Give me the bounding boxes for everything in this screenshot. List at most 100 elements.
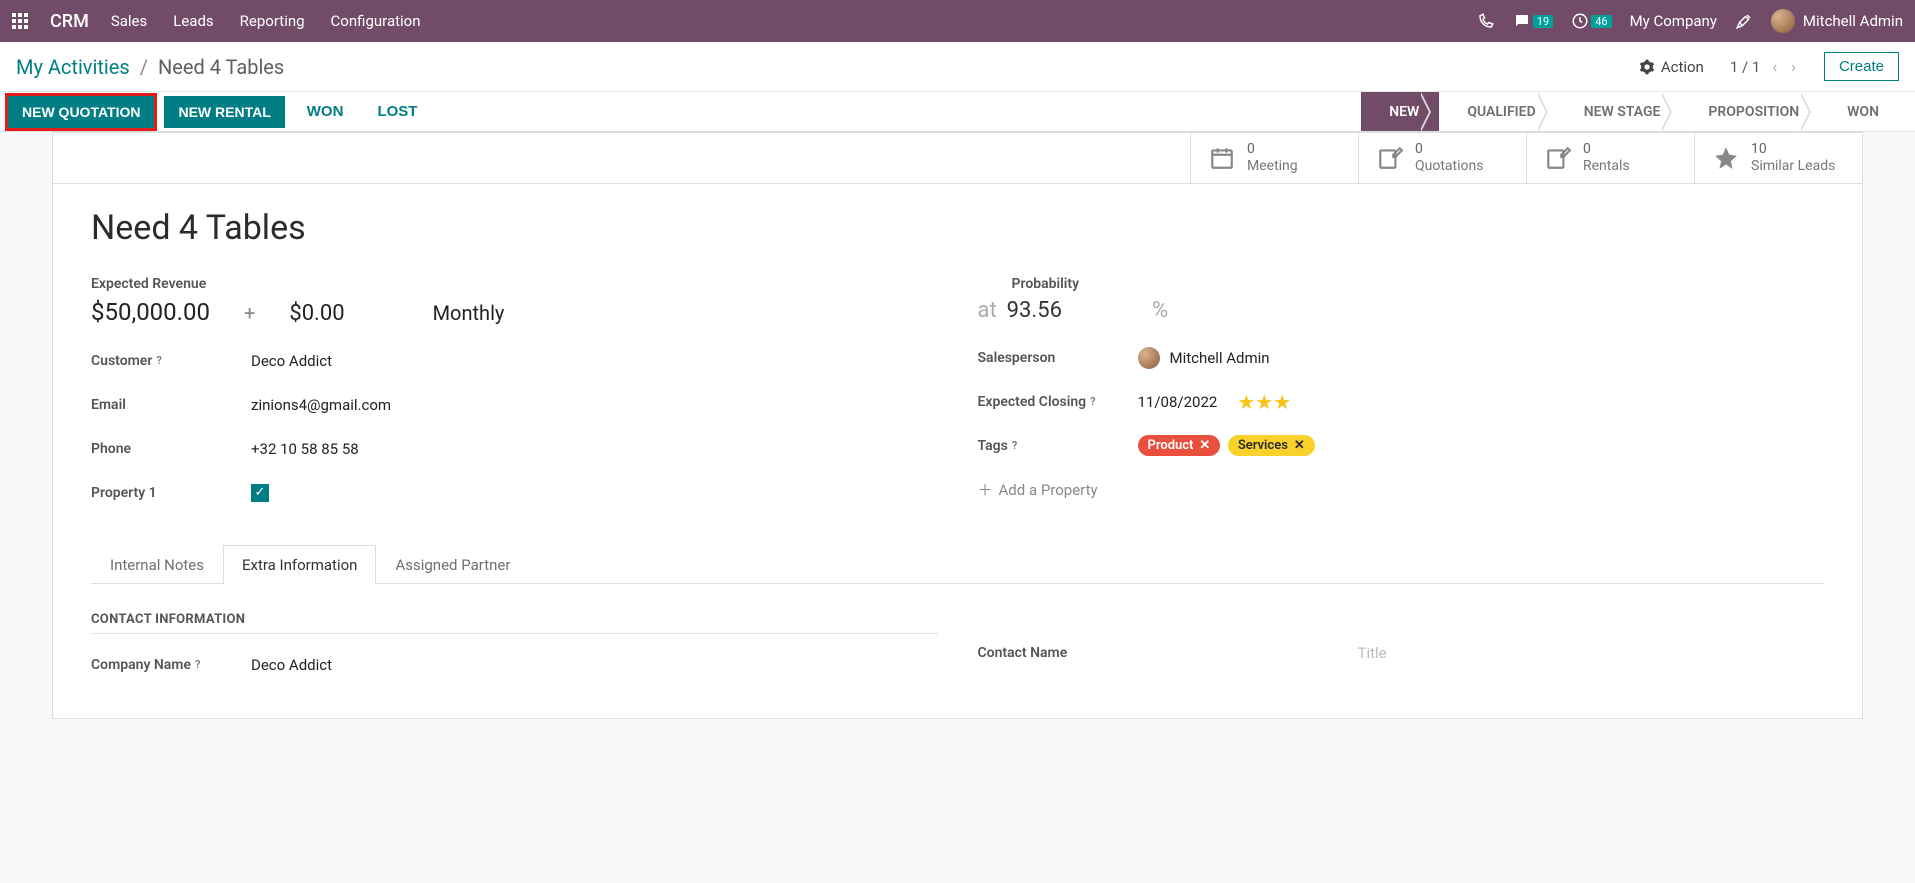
tab-internal-notes[interactable]: Internal Notes <box>91 545 223 584</box>
email-label: Email <box>91 397 251 413</box>
breadcrumb-current: Need 4 Tables <box>158 55 284 79</box>
new-rental-button[interactable]: NEW RENTAL <box>164 96 284 128</box>
plus-icon: ＋ <box>978 479 993 500</box>
salesperson-label: Salesperson <box>978 350 1138 366</box>
avatar-icon <box>1138 347 1160 369</box>
lost-button[interactable]: LOST <box>365 97 429 126</box>
stage-won[interactable]: WON <box>1819 92 1899 131</box>
stat-quotations-label: Quotations <box>1415 158 1483 175</box>
record-title[interactable]: Need 4 Tables <box>91 208 1824 248</box>
stat-rentals[interactable]: 0 Rentals <box>1526 133 1694 183</box>
form-card: 0 Meeting 0 Quotations 0 Ren <box>52 132 1863 719</box>
property1-label: Property 1 <box>91 485 251 501</box>
contact-title-field[interactable]: Title <box>1358 644 1387 662</box>
create-button[interactable]: Create <box>1824 52 1899 81</box>
company-name-value[interactable]: Deco Addict <box>251 656 332 674</box>
won-button[interactable]: WON <box>295 97 356 126</box>
apps-icon[interactable] <box>12 13 28 29</box>
priority-stars[interactable]: ★★★ <box>1237 390 1291 414</box>
probability-value[interactable]: 93.56 <box>1007 298 1062 323</box>
top-navbar: CRM Sales Leads Reporting Configuration … <box>0 0 1915 42</box>
help-icon[interactable]: ? <box>1090 395 1095 408</box>
breadcrumb-separator: / <box>140 55 148 79</box>
stage-new-stage[interactable]: NEW STAGE <box>1556 92 1681 131</box>
stat-quotations-num: 0 <box>1415 141 1483 158</box>
company-switcher[interactable]: My Company <box>1630 12 1717 30</box>
nav-leads[interactable]: Leads <box>173 12 213 30</box>
tags-container[interactable]: Product✕ Services✕ <box>1138 435 1319 456</box>
nav-menu: Sales Leads Reporting Configuration <box>111 12 421 30</box>
stat-rentals-num: 0 <box>1583 141 1630 158</box>
stat-meeting-label: Meeting <box>1247 158 1298 175</box>
tabs: Internal Notes Extra Information Assigne… <box>91 544 1824 584</box>
nav-reporting[interactable]: Reporting <box>240 12 305 30</box>
customer-label: Customer? <box>91 353 251 369</box>
close-icon[interactable]: ✕ <box>1199 438 1210 453</box>
stat-quotations[interactable]: 0 Quotations <box>1358 133 1526 183</box>
action-menu[interactable]: Action <box>1639 58 1704 76</box>
nav-configuration[interactable]: Configuration <box>331 12 421 30</box>
breadcrumb: My Activities / Need 4 Tables <box>16 55 284 79</box>
revenue-amount[interactable]: $50,000.00 <box>91 298 210 326</box>
stat-meeting-num: 0 <box>1247 141 1298 158</box>
nav-sales[interactable]: Sales <box>111 12 147 30</box>
stat-buttons: 0 Meeting 0 Quotations 0 Ren <box>53 133 1862 184</box>
tab-assigned-partner[interactable]: Assigned Partner <box>376 545 529 584</box>
tags-label: Tags? <box>978 438 1138 454</box>
phone-value[interactable]: +32 10 58 85 58 <box>251 440 359 458</box>
help-icon[interactable]: ? <box>195 658 200 671</box>
tag-product[interactable]: Product✕ <box>1138 435 1221 456</box>
user-menu[interactable]: Mitchell Admin <box>1771 9 1903 33</box>
messages-icon[interactable]: 19 <box>1513 12 1553 30</box>
avatar-icon <box>1771 9 1795 33</box>
tools-icon[interactable] <box>1735 12 1753 30</box>
new-quotation-button[interactable]: NEW QUOTATION <box>8 96 154 128</box>
pager-text: 1 / 1 <box>1730 58 1761 76</box>
close-icon[interactable]: ✕ <box>1294 438 1305 453</box>
stage-qualified[interactable]: QUALIFIED <box>1439 92 1555 131</box>
pager-prev[interactable]: ‹ <box>1770 57 1779 76</box>
help-icon[interactable]: ? <box>1012 439 1017 452</box>
probability-at: at <box>978 298 997 323</box>
phone-icon[interactable] <box>1477 12 1495 30</box>
stage-pipeline: NEW QUALIFIED NEW STAGE PROPOSITION WON <box>1361 92 1899 131</box>
property1-checkbox[interactable]: ✓ <box>251 484 269 502</box>
stat-similar-label: Similar Leads <box>1751 158 1835 175</box>
company-name-label: Company Name? <box>91 657 251 673</box>
edit-icon <box>1377 145 1403 171</box>
probability-percent: % <box>1152 298 1168 323</box>
probability-label: Probability <box>1012 276 1825 292</box>
pager-next[interactable]: › <box>1789 57 1798 76</box>
add-property-button[interactable]: ＋ Add a Property <box>978 479 1098 500</box>
expected-closing-value[interactable]: 11/08/2022 <box>1138 393 1218 411</box>
edit-icon <box>1545 145 1571 171</box>
contact-info-title: CONTACT INFORMATION <box>91 612 938 634</box>
pager: 1 / 1 ‹ › <box>1730 57 1798 76</box>
stat-similar-leads[interactable]: 10 Similar Leads <box>1694 133 1862 183</box>
star-icon <box>1713 145 1739 171</box>
activities-badge: 46 <box>1591 15 1611 28</box>
customer-value[interactable]: Deco Addict <box>251 352 332 370</box>
expected-revenue-label: Expected Revenue <box>91 276 938 292</box>
breadcrumb-root[interactable]: My Activities <box>16 55 130 79</box>
stat-meeting[interactable]: 0 Meeting <box>1190 133 1358 183</box>
stat-similar-num: 10 <box>1751 141 1835 158</box>
action-label: Action <box>1661 58 1704 76</box>
stat-rentals-label: Rentals <box>1583 158 1630 175</box>
stage-proposition[interactable]: PROPOSITION <box>1680 92 1819 131</box>
user-name: Mitchell Admin <box>1803 12 1903 30</box>
email-value[interactable]: zinions4@gmail.com <box>251 396 391 414</box>
app-brand[interactable]: CRM <box>50 11 89 32</box>
calendar-icon <box>1209 145 1235 171</box>
salesperson-value[interactable]: Mitchell Admin <box>1170 349 1270 367</box>
stage-new[interactable]: NEW <box>1361 92 1439 131</box>
status-bar: NEW QUOTATION NEW RENTAL WON LOST NEW QU… <box>0 92 1915 132</box>
phone-label: Phone <box>91 441 251 457</box>
revenue-period[interactable]: Monthly <box>433 301 505 325</box>
tag-services[interactable]: Services✕ <box>1228 435 1315 456</box>
tab-extra-information[interactable]: Extra Information <box>223 545 376 584</box>
revenue-recurring[interactable]: $0.00 <box>289 301 344 326</box>
help-icon[interactable]: ? <box>156 354 161 367</box>
messages-badge: 19 <box>1533 15 1553 28</box>
activities-icon[interactable]: 46 <box>1571 12 1611 30</box>
